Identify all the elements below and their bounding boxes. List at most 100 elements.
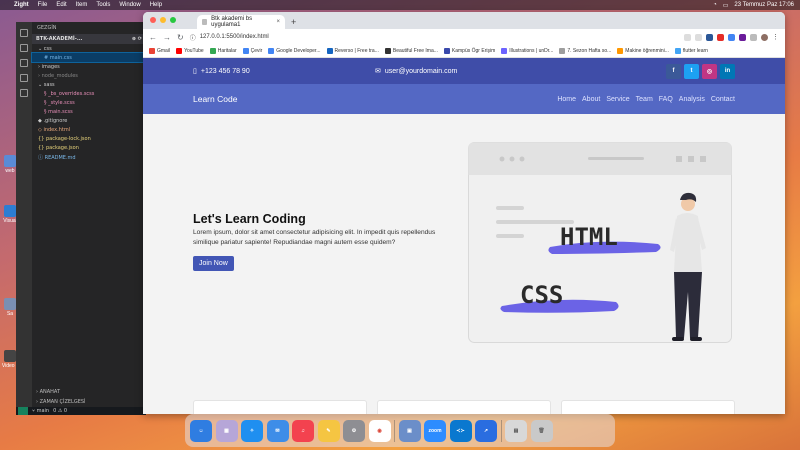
- trash-icon[interactable]: 🗑: [530, 419, 553, 442]
- extension-icon[interactable]: [717, 33, 724, 41]
- new-tab-button[interactable]: +: [291, 15, 296, 29]
- nav-contact[interactable]: Contact: [711, 96, 735, 103]
- tree-item-main-css[interactable]: # main.css: [31, 52, 147, 63]
- menu-window[interactable]: Window: [119, 2, 140, 8]
- explorer-actions-icon[interactable]: ⊕ ⟳: [132, 36, 142, 42]
- browser-tab[interactable]: Btk akademi bs uygulama1 ×: [197, 15, 285, 29]
- bookmark-star-icon[interactable]: [695, 33, 702, 41]
- instagram-icon[interactable]: ◎: [702, 63, 717, 79]
- timeline-section[interactable]: › ZAMAN ÇİZELGESİ: [32, 397, 146, 407]
- bookmark-item[interactable]: YouTube: [176, 48, 204, 54]
- zoom-icon[interactable]: zoom: [424, 419, 446, 442]
- bookmark-item[interactable]: 7. Sezon Hafta so...: [559, 48, 611, 54]
- dock-separator: [500, 419, 502, 442]
- close-window-button[interactable]: [150, 17, 156, 23]
- remote-indicator[interactable]: [18, 407, 28, 415]
- battery-icon[interactable]: ▭: [723, 2, 729, 9]
- more-menu-icon[interactable]: ⋮: [772, 33, 779, 41]
- bookmark-item[interactable]: Haritalar: [209, 48, 237, 54]
- bookmark-item[interactable]: flutter learn: [674, 48, 708, 54]
- site-brand[interactable]: Learn Code: [193, 94, 237, 104]
- music-icon[interactable]: ♫: [292, 419, 314, 442]
- extension-icon[interactable]: [706, 33, 713, 41]
- outline-section[interactable]: › ANAHAT: [32, 387, 146, 397]
- mac-menu-bar: Zight File Edit Item Tools Window Help ◔…: [0, 0, 800, 10]
- nav-about[interactable]: About: [582, 96, 600, 103]
- tree-item-node-modules[interactable]: › node_modules: [32, 71, 146, 80]
- phone-contact: ▯ +123 456 78 90: [193, 67, 250, 76]
- nav-analysis[interactable]: Analysis: [679, 96, 705, 103]
- chrome-icon[interactable]: ◉: [368, 419, 391, 442]
- share-icon[interactable]: [684, 33, 691, 41]
- site-info-icon[interactable]: ⓘ: [190, 33, 196, 42]
- search-icon[interactable]: [20, 44, 28, 52]
- minimize-window-button[interactable]: [160, 17, 166, 23]
- nav-service[interactable]: Service: [606, 96, 629, 103]
- profile-avatar[interactable]: [761, 33, 768, 41]
- menu-clock[interactable]: 23 Temmuz Paz 17:06: [734, 2, 794, 8]
- bookmark-item[interactable]: Makine öğrenmini...: [617, 48, 669, 54]
- branch-indicator[interactable]: ⑂ main: [32, 408, 49, 414]
- nav-home[interactable]: Home: [557, 96, 576, 103]
- menu-help[interactable]: Help: [150, 2, 162, 8]
- menu-tools[interactable]: Tools: [96, 2, 110, 8]
- bookmark-item[interactable]: Çevir: [242, 48, 262, 54]
- address-bar[interactable]: ⓘ 127.0.0.1:5500/index.html: [190, 31, 678, 43]
- menu-edit[interactable]: Edit: [56, 2, 66, 8]
- bookmark-item[interactable]: Beautiful Free Ima...: [384, 48, 438, 54]
- notes-icon[interactable]: ✎: [317, 419, 340, 442]
- join-now-button[interactable]: Join Now: [193, 256, 234, 271]
- problems-indicator[interactable]: 0 ⚠ 0: [53, 408, 67, 414]
- run-debug-icon[interactable]: [20, 74, 28, 82]
- preview-icon[interactable]: ▣: [398, 419, 421, 442]
- extensions-puzzle-icon[interactable]: [750, 33, 757, 41]
- mac-dock: ☺ ▦ ✧ ✉ ♫ ✎ ⚙ ◉ ▣ zoom ≺≻ ↗ ▤ 🗑: [185, 414, 615, 447]
- explorer-icon[interactable]: [20, 29, 28, 37]
- menu-app-name[interactable]: Zight: [14, 2, 29, 8]
- tree-item-main-scss[interactable]: § main.scss: [32, 107, 146, 116]
- tree-item-index-html[interactable]: ◇ index.html: [32, 125, 146, 134]
- tree-item-readme[interactable]: ⓘ README.md: [32, 152, 146, 162]
- bookmark-item[interactable]: Illustrations | unDr...: [501, 48, 553, 54]
- zoom-window-button[interactable]: [170, 17, 176, 23]
- twitter-icon[interactable]: t: [684, 63, 699, 79]
- settings-icon[interactable]: ⚙: [343, 419, 365, 442]
- project-folder[interactable]: BTK-AKADEMİ-... ⊕ ⟳: [32, 34, 146, 44]
- menu-item[interactable]: Item: [76, 2, 88, 8]
- mail-icon[interactable]: ✉: [266, 419, 289, 442]
- explorer-title: GEZGİN: [37, 25, 57, 31]
- tree-item-css[interactable]: ⌄ css: [32, 44, 146, 53]
- nav-team[interactable]: Team: [636, 96, 653, 103]
- safari-icon[interactable]: ✧: [241, 419, 263, 442]
- tree-item-bs-overrides[interactable]: § _bs_overrides.scss: [32, 89, 146, 98]
- nav-faq[interactable]: FAQ: [659, 96, 673, 103]
- extension-icon[interactable]: [728, 33, 735, 41]
- tree-item-style-scss[interactable]: § _style.scss: [32, 98, 146, 107]
- menu-file[interactable]: File: [38, 2, 48, 8]
- source-control-icon[interactable]: [20, 59, 28, 67]
- tree-item-gitignore[interactable]: ◆ .gitignore: [32, 116, 146, 125]
- extension-icon[interactable]: [739, 33, 746, 41]
- tree-item-package-lock[interactable]: {} package-lock.json: [32, 134, 146, 143]
- launchpad-icon[interactable]: ▦: [215, 419, 238, 442]
- facebook-icon[interactable]: f: [666, 63, 681, 79]
- extensions-icon[interactable]: [20, 89, 28, 97]
- bookmark-item[interactable]: Gmail: [149, 48, 170, 54]
- wifi-icon[interactable]: ◔: [713, 2, 717, 8]
- tree-item-images[interactable]: › images: [32, 62, 146, 71]
- bookmark-item[interactable]: Reverso | Free tra...: [326, 48, 379, 54]
- tree-item-package-json[interactable]: {} package.json: [32, 143, 146, 152]
- finder-icon[interactable]: ☺: [190, 419, 212, 442]
- bookmark-item[interactable]: Google Developer...: [268, 48, 321, 54]
- back-icon[interactable]: ←: [149, 33, 157, 42]
- zight-icon[interactable]: ↗: [475, 419, 497, 442]
- downloads-icon[interactable]: ▤: [505, 419, 527, 442]
- linkedin-icon[interactable]: in: [720, 63, 735, 79]
- tree-item-sass[interactable]: ⌄ sass: [32, 80, 146, 89]
- forward-icon[interactable]: →: [163, 33, 171, 42]
- vscode-icon[interactable]: ≺≻: [449, 419, 472, 442]
- phone-number: +123 456 78 90: [200, 67, 250, 75]
- bookmark-item[interactable]: Kampüs Ögr Erişim: [443, 48, 495, 54]
- reload-icon[interactable]: ↻: [177, 33, 184, 42]
- close-tab-icon[interactable]: ×: [276, 19, 280, 25]
